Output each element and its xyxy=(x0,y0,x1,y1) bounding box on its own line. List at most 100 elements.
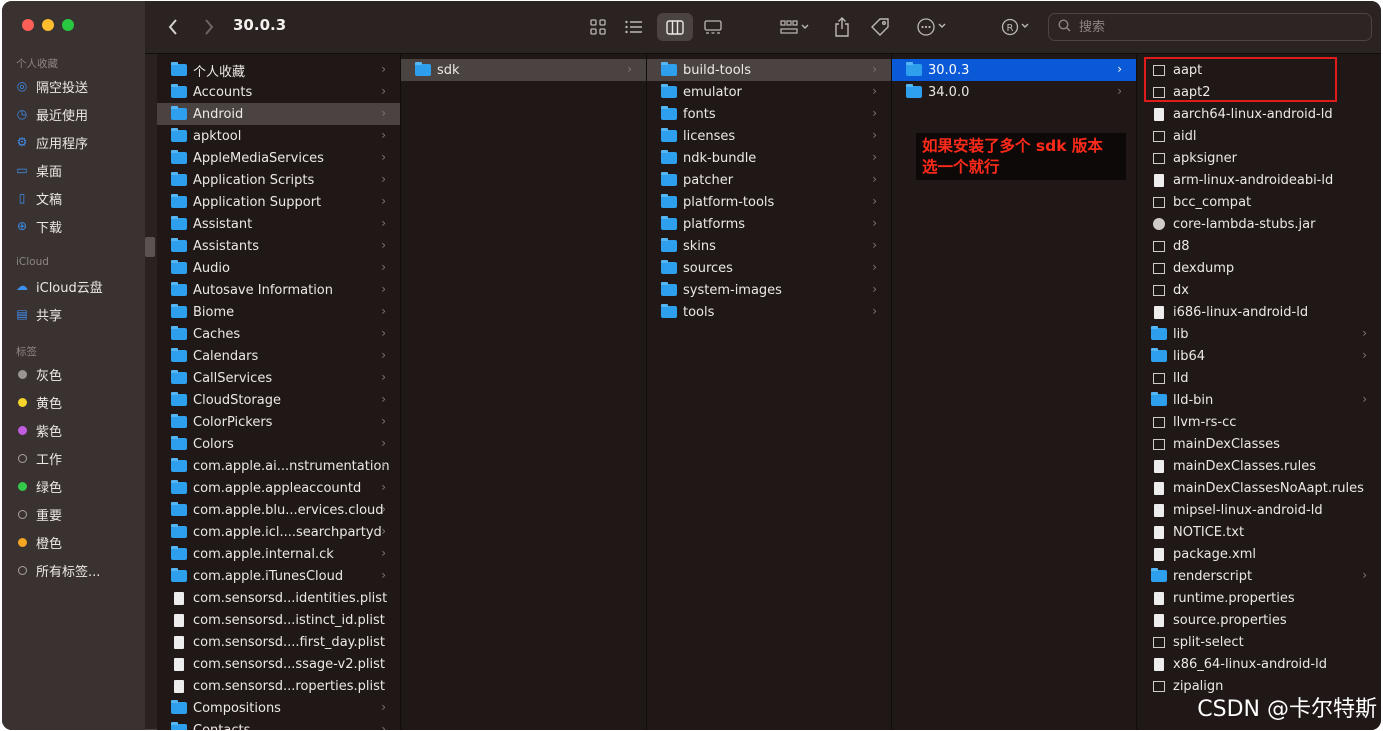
folder-row[interactable]: Audio › xyxy=(157,257,400,279)
folder-row[interactable]: 30.0.3 › xyxy=(892,59,1136,81)
sidebar-tag[interactable]: 工作 xyxy=(14,445,142,471)
file-row[interactable]: llvm-rs-cc xyxy=(1137,411,1381,433)
file-row[interactable]: x86_64-linux-android-ld xyxy=(1137,653,1381,675)
folder-row[interactable]: Application Scripts › xyxy=(157,169,400,191)
sidebar-tag[interactable]: 绿色 xyxy=(14,473,142,499)
sidebar-tag[interactable]: 所有标签... xyxy=(14,557,142,583)
file-row[interactable]: source.properties xyxy=(1137,609,1381,631)
folder-row[interactable]: Accounts › xyxy=(157,81,400,103)
folder-row[interactable]: com.apple.blu...ervices.cloud › xyxy=(157,499,400,521)
folder-row[interactable]: platforms › xyxy=(647,213,891,235)
forward-button[interactable] xyxy=(197,13,221,41)
file-row[interactable]: bcc_compat xyxy=(1137,191,1381,213)
file-row[interactable]: mipsel-linux-android-ld xyxy=(1137,499,1381,521)
sidebar-tag[interactable]: 灰色 xyxy=(14,361,142,387)
group-button[interactable] xyxy=(775,13,815,41)
sidebar-item-download[interactable]: ⊕ 下载 xyxy=(14,213,142,239)
file-row[interactable]: apksigner xyxy=(1137,147,1381,169)
folder-row[interactable]: Calendars › xyxy=(157,345,400,367)
sidebar-item-shared-folder[interactable]: ▤ 共享 xyxy=(14,301,142,327)
folder-row[interactable]: Assistants › xyxy=(157,235,400,257)
more-actions-button[interactable] xyxy=(912,13,952,41)
folder-row[interactable]: apktool › xyxy=(157,125,400,147)
folder-row[interactable]: renderscript › xyxy=(1137,565,1381,587)
sidebar-tag[interactable]: 橙色 xyxy=(14,529,142,555)
file-row[interactable]: split-select xyxy=(1137,631,1381,653)
folder-row[interactable]: patcher › xyxy=(647,169,891,191)
tag-button[interactable] xyxy=(867,13,893,41)
file-row[interactable]: dx xyxy=(1137,279,1381,301)
column-30-0-3[interactable]: aapt aapt2 aarch64-linux-android-ld aidl apk… xyxy=(1137,54,1381,730)
file-row[interactable]: mainDexClassesNoAapt.rules xyxy=(1137,477,1381,499)
sidebar-item-applications[interactable]: ⚙ 应用程序 xyxy=(14,129,142,155)
gallery-view-button[interactable] xyxy=(699,13,727,41)
file-row[interactable]: com.sensorsd...roperties.plist xyxy=(157,675,400,697)
folder-row[interactable]: 34.0.0 › xyxy=(892,81,1136,103)
folder-row[interactable]: Assistant › xyxy=(157,213,400,235)
column-view-button[interactable] xyxy=(657,13,693,41)
search-field[interactable] xyxy=(1048,13,1372,41)
folder-row[interactable]: build-tools › xyxy=(647,59,891,81)
folder-row[interactable]: Application Support › xyxy=(157,191,400,213)
folder-row[interactable]: fonts › xyxy=(647,103,891,125)
file-row[interactable]: aidl xyxy=(1137,125,1381,147)
file-row[interactable]: i686-linux-android-ld xyxy=(1137,301,1381,323)
file-row[interactable]: NOTICE.txt xyxy=(1137,521,1381,543)
folder-row[interactable]: com.apple.appleaccountd › xyxy=(157,477,400,499)
share-button[interactable] xyxy=(829,13,855,41)
folder-row[interactable]: Contacts › xyxy=(157,719,400,730)
file-row[interactable]: package.xml xyxy=(1137,543,1381,565)
folder-row[interactable]: tools › xyxy=(647,301,891,323)
sidebar-item-document[interactable]: ▯ 文稿 xyxy=(14,185,142,211)
file-row[interactable]: mainDexClasses xyxy=(1137,433,1381,455)
folder-row[interactable]: emulator › xyxy=(647,81,891,103)
minimize-window-button[interactable] xyxy=(42,19,54,31)
folder-row[interactable]: com.apple.iTunesCloud › xyxy=(157,565,400,587)
folder-row[interactable]: CallServices › xyxy=(157,367,400,389)
close-window-button[interactable] xyxy=(22,19,34,31)
file-row[interactable]: core-lambda-stubs.jar xyxy=(1137,213,1381,235)
folder-row[interactable]: Colors › xyxy=(157,433,400,455)
zoom-window-button[interactable] xyxy=(62,19,74,31)
folder-row[interactable]: system-images › xyxy=(647,279,891,301)
list-view-button[interactable] xyxy=(620,13,648,41)
folder-row[interactable]: AppleMediaServices › xyxy=(157,147,400,169)
file-row[interactable]: dexdump xyxy=(1137,257,1381,279)
scroll-indicator[interactable] xyxy=(145,237,155,257)
folder-row[interactable]: skins › xyxy=(647,235,891,257)
sidebar-tag[interactable]: 黄色 xyxy=(14,389,142,415)
folder-row[interactable]: 个人收藏 › xyxy=(157,59,400,81)
file-row[interactable]: lld xyxy=(1137,367,1381,389)
folder-row[interactable]: lib › xyxy=(1137,323,1381,345)
extension-button[interactable]: R xyxy=(998,13,1034,41)
column-android[interactable]: sdk › xyxy=(401,54,647,730)
folder-row[interactable]: platform-tools › xyxy=(647,191,891,213)
folder-row[interactable]: Android › xyxy=(157,103,400,125)
file-row[interactable]: aarch64-linux-android-ld xyxy=(1137,103,1381,125)
file-row[interactable]: mainDexClasses.rules xyxy=(1137,455,1381,477)
file-row[interactable]: com.sensorsd...ssage-v2.plist xyxy=(157,653,400,675)
folder-row[interactable]: Biome › xyxy=(157,301,400,323)
search-input[interactable] xyxy=(1077,18,1361,36)
folder-row[interactable]: CloudStorage › xyxy=(157,389,400,411)
file-row[interactable]: d8 xyxy=(1137,235,1381,257)
file-row[interactable]: com.sensorsd...identities.plist xyxy=(157,587,400,609)
folder-row[interactable]: Autosave Information › xyxy=(157,279,400,301)
sidebar-item-airdrop[interactable]: ◎ 隔空投送 xyxy=(14,73,142,99)
folder-row[interactable]: com.apple.internal.ck › xyxy=(157,543,400,565)
file-row[interactable]: runtime.properties xyxy=(1137,587,1381,609)
sidebar-item-cloud[interactable]: ☁ iCloud云盘 xyxy=(14,273,142,299)
folder-row[interactable]: Caches › xyxy=(157,323,400,345)
folder-row[interactable]: com.apple.ai...nstrumentation › xyxy=(157,455,400,477)
sidebar-item-clock[interactable]: ◷ 最近使用 xyxy=(14,101,142,127)
back-button[interactable] xyxy=(161,13,185,41)
file-row[interactable]: com.sensorsd...istinct_id.plist xyxy=(157,609,400,631)
icon-view-button[interactable] xyxy=(584,13,612,41)
folder-row[interactable]: ndk-bundle › xyxy=(647,147,891,169)
folder-row[interactable]: Compositions › xyxy=(157,697,400,719)
folder-row[interactable]: com.apple.icl....searchpartyd › xyxy=(157,521,400,543)
sidebar-item-desktop[interactable]: ▭ 桌面 xyxy=(14,157,142,183)
folder-row[interactable]: sources › xyxy=(647,257,891,279)
sidebar-tag[interactable]: 重要 xyxy=(14,501,142,527)
sidebar-tag[interactable]: 紫色 xyxy=(14,417,142,443)
